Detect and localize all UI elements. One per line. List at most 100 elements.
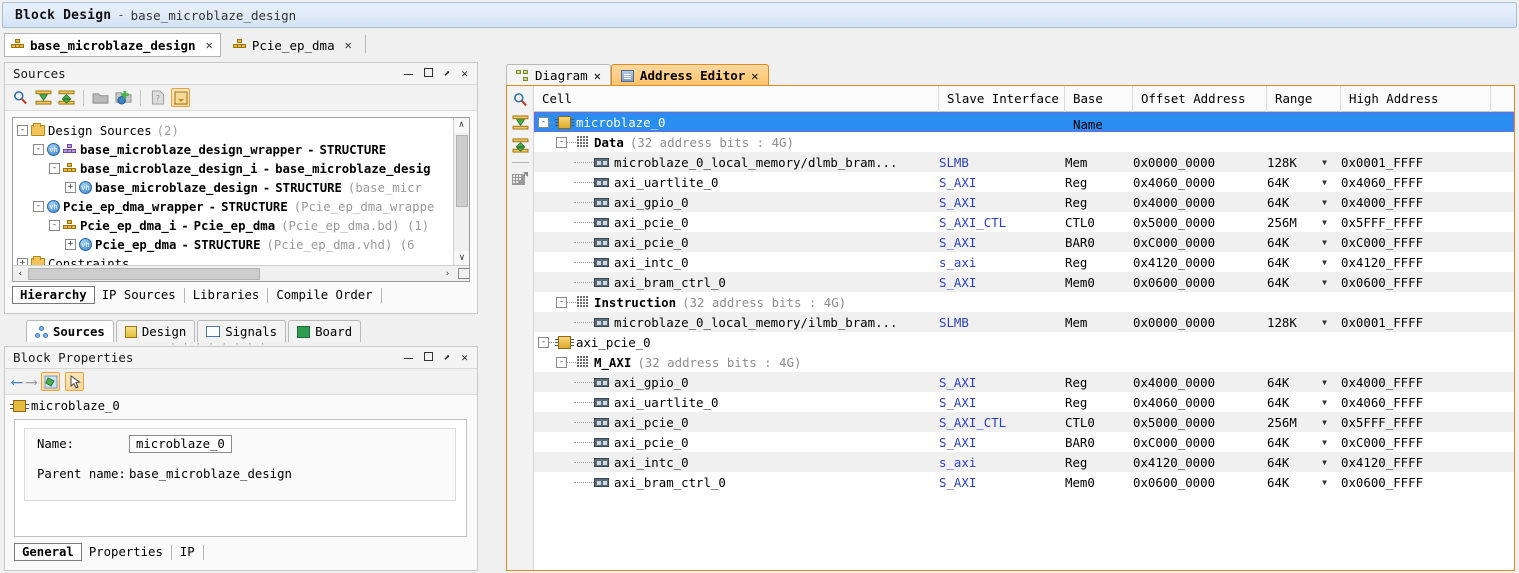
subtab-compile-order[interactable]: Compile Order bbox=[269, 287, 379, 303]
table-row[interactable]: axi_intc_0 s_axi Reg 0x4120_0000 64K ▼ 0x4120_… bbox=[534, 452, 1514, 472]
select-cursor-icon[interactable] bbox=[65, 372, 85, 391]
table-row[interactable]: - axi_pcie_0 bbox=[534, 332, 1514, 352]
auto-assign-icon[interactable] bbox=[511, 170, 530, 189]
range-cell[interactable]: 128K ▼ bbox=[1267, 155, 1341, 170]
expand-all-icon[interactable] bbox=[57, 88, 76, 107]
range-cell[interactable]: 64K ▼ bbox=[1267, 195, 1341, 210]
slave-interface-cell[interactable]: S_AXI bbox=[939, 475, 1065, 490]
slave-interface-cell[interactable]: S_AXI bbox=[939, 235, 1065, 250]
chevron-down-icon[interactable]: ▼ bbox=[1322, 238, 1327, 247]
table-row[interactable]: - Data (32 address bits : 4G) bbox=[534, 132, 1514, 152]
chevron-down-icon[interactable]: ▼ bbox=[1322, 278, 1327, 287]
chevron-down-icon[interactable]: ▼ bbox=[1322, 158, 1327, 167]
chevron-down-icon[interactable]: ▼ bbox=[1322, 198, 1327, 207]
table-row[interactable]: axi_bram_ctrl_0 S_AXI Mem0 0x0600_0000 64K ▼ 0… bbox=[534, 272, 1514, 292]
chevron-down-icon[interactable]: ▼ bbox=[1322, 398, 1327, 407]
table-row[interactable]: axi_uartlite_0 S_AXI Reg 0x4060_0000 64K ▼ 0x4… bbox=[534, 172, 1514, 192]
scroll-thumb[interactable] bbox=[456, 135, 468, 207]
range-cell[interactable]: 64K ▼ bbox=[1267, 435, 1341, 450]
slave-interface-cell[interactable]: S_AXI bbox=[939, 195, 1065, 210]
design-tab-base-microblaze[interactable]: base_microblaze_design ✕ bbox=[4, 33, 221, 57]
chevron-down-icon[interactable]: ▼ bbox=[1322, 318, 1327, 327]
scroll-right-icon[interactable]: › bbox=[440, 269, 455, 279]
table-row[interactable]: axi_pcie_0 S_AXI_CTL CTL0 0x5000_0000 256M ▼ 0… bbox=[534, 412, 1514, 432]
column-header-range[interactable]: Range bbox=[1267, 86, 1341, 112]
float-icon[interactable]: ⬈ bbox=[444, 68, 451, 79]
range-cell[interactable]: 64K ▼ bbox=[1267, 235, 1341, 250]
tab-address-editor[interactable]: Address Editor ✕ bbox=[610, 64, 769, 86]
chevron-down-icon[interactable]: ▼ bbox=[1322, 478, 1327, 487]
offset-address-cell[interactable]: 0x4120_0000 bbox=[1133, 455, 1267, 470]
chevron-down-icon[interactable]: ▼ bbox=[1322, 418, 1327, 427]
tree-toggle[interactable]: - bbox=[17, 125, 28, 136]
search-icon[interactable] bbox=[511, 90, 530, 109]
file-icon[interactable]: ? bbox=[148, 88, 167, 107]
collapse-all-icon[interactable] bbox=[34, 88, 53, 107]
range-cell[interactable]: 64K ▼ bbox=[1267, 175, 1341, 190]
scroll-left-icon[interactable]: ‹ bbox=[13, 269, 28, 279]
range-cell[interactable]: 64K ▼ bbox=[1267, 455, 1341, 470]
table-row[interactable]: axi_pcie_0 S_AXI_CTL CTL0 0x5000_0000 256M ▼ 0… bbox=[534, 212, 1514, 232]
tree-vertical-scrollbar[interactable]: ∧ ∨ bbox=[453, 118, 469, 266]
range-cell[interactable]: 64K ▼ bbox=[1267, 275, 1341, 290]
tab-ip[interactable]: IP bbox=[173, 544, 202, 560]
column-header-slave-interface[interactable]: Slave Interface bbox=[939, 86, 1065, 112]
tree-toggle[interactable]: - bbox=[556, 136, 567, 148]
float-icon[interactable]: ⬈ bbox=[444, 352, 451, 363]
maximize-icon[interactable] bbox=[423, 68, 433, 79]
table-row[interactable]: axi_pcie_0 S_AXI BAR0 0xC000_0000 64K ▼ 0xC000… bbox=[534, 232, 1514, 252]
slave-interface-cell[interactable]: s_axi bbox=[939, 255, 1065, 270]
tree-toggle[interactable]: - bbox=[538, 336, 549, 348]
tab-general[interactable]: General bbox=[14, 543, 82, 561]
offset-address-cell[interactable]: 0x4120_0000 bbox=[1133, 255, 1267, 270]
hscroll-thumb[interactable] bbox=[28, 267, 260, 280]
tree-item[interactable]: - Design Sources (2) bbox=[17, 121, 441, 140]
design-tab-pcie-ep-dma[interactable]: Pcie_ep_dma ✕ bbox=[227, 33, 359, 57]
tree-toggle[interactable]: - bbox=[556, 356, 567, 368]
table-row[interactable]: microblaze_0_local_memory/dlmb_bram... SL… bbox=[534, 152, 1514, 172]
offset-address-cell[interactable]: 0x0600_0000 bbox=[1133, 275, 1267, 290]
tree-toggle[interactable]: + bbox=[65, 239, 76, 250]
resize-grip[interactable] bbox=[458, 268, 469, 279]
range-cell[interactable]: 128K ▼ bbox=[1267, 315, 1341, 330]
name-field[interactable]: microblaze_0 bbox=[129, 435, 232, 453]
tree-toggle[interactable]: - bbox=[556, 296, 567, 308]
subtab-libraries[interactable]: Libraries bbox=[186, 287, 267, 303]
table-row[interactable]: axi_intc_0 s_axi Reg 0x4120_0000 64K ▼ 0x4120_… bbox=[534, 252, 1514, 272]
slave-interface-cell[interactable]: SLMB bbox=[939, 155, 1065, 170]
table-row[interactable]: axi_pcie_0 S_AXI BAR0 0xC000_0000 64K ▼ 0xC000… bbox=[534, 432, 1514, 452]
back-arrow-icon[interactable]: ⟵ bbox=[12, 373, 22, 390]
forward-arrow-icon[interactable]: ⟶ bbox=[27, 373, 37, 390]
tree-item[interactable]: - Pcie_ep_dma_i - Pcie_ep_dma (Pcie_ep_d… bbox=[17, 216, 441, 235]
close-icon[interactable]: ✕ bbox=[594, 69, 601, 83]
offset-address-cell[interactable]: 0x4060_0000 bbox=[1133, 395, 1267, 410]
column-header-base-name[interactable]: Base Name bbox=[1065, 86, 1133, 132]
tree-item[interactable]: - vh base_microblaze_design_wrapper - ST… bbox=[17, 140, 441, 159]
tree-toggle[interactable]: - bbox=[33, 201, 44, 212]
tab-signals[interactable]: Signals bbox=[197, 320, 287, 342]
chevron-down-icon[interactable]: ▼ bbox=[1322, 258, 1327, 267]
column-header-high-address[interactable]: High Address bbox=[1341, 86, 1491, 112]
chevron-down-icon[interactable]: ▼ bbox=[1322, 438, 1327, 447]
collapse-all-icon[interactable] bbox=[511, 113, 530, 132]
table-row[interactable]: axi_bram_ctrl_0 S_AXI Mem0 0x0600_0000 64K ▼ 0… bbox=[534, 472, 1514, 492]
offset-address-cell[interactable]: 0xC000_0000 bbox=[1133, 435, 1267, 450]
sources-tree[interactable]: - Design Sources (2) - vh base_microblaz… bbox=[12, 117, 470, 282]
close-icon[interactable]: ✕ bbox=[461, 68, 468, 79]
slave-interface-cell[interactable]: S_AXI_CTL bbox=[939, 415, 1065, 430]
tab-properties[interactable]: Properties bbox=[82, 544, 170, 560]
column-header-offset-address[interactable]: Offset Address bbox=[1133, 86, 1267, 112]
slave-interface-cell[interactable]: S_AXI bbox=[939, 275, 1065, 290]
subtab-hierarchy[interactable]: Hierarchy bbox=[12, 286, 95, 304]
scroll-down-icon[interactable]: ∨ bbox=[454, 251, 469, 266]
offset-address-cell[interactable]: 0x0000_0000 bbox=[1133, 155, 1267, 170]
table-row[interactable]: - M_AXI (32 address bits : 4G) bbox=[534, 352, 1514, 372]
offset-address-cell[interactable]: 0x4060_0000 bbox=[1133, 175, 1267, 190]
import-icon[interactable] bbox=[171, 88, 190, 107]
minimize-icon[interactable] bbox=[403, 68, 413, 79]
table-row[interactable]: axi_gpio_0 S_AXI Reg 0x4000_0000 64K ▼ 0x4000_… bbox=[534, 192, 1514, 212]
range-cell[interactable]: 256M ▼ bbox=[1267, 215, 1341, 230]
search-icon[interactable] bbox=[11, 88, 30, 107]
chevron-down-icon[interactable]: ▼ bbox=[1322, 378, 1327, 387]
slave-interface-cell[interactable]: s_axi bbox=[939, 455, 1065, 470]
